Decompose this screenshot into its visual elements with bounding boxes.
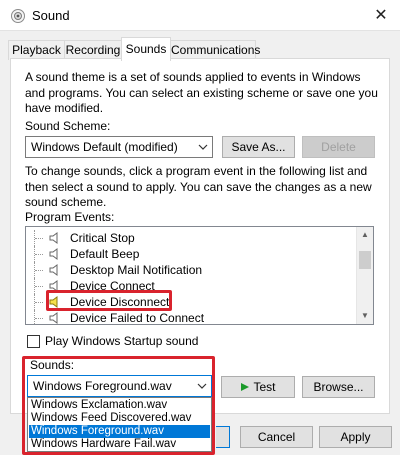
sounds-value: Windows Foreground.wav xyxy=(33,379,172,393)
speaker-icon xyxy=(49,232,58,244)
window-title: Sound xyxy=(32,8,70,23)
ok-button-partial[interactable] xyxy=(216,426,230,448)
chevron-down-icon xyxy=(197,383,207,389)
browse-button[interactable]: Browse... xyxy=(302,376,375,398)
list-item[interactable]: Desktop Mail Notification xyxy=(26,262,373,278)
sound-option-selected[interactable]: Windows Foreground.wav xyxy=(29,425,210,438)
tab-recording[interactable]: Recording xyxy=(64,40,122,60)
delete-button[interactable]: Delete xyxy=(302,136,375,158)
scroll-down-icon[interactable]: ▼ xyxy=(357,308,373,324)
intro-text: A sound theme is a set of sounds applied… xyxy=(25,70,378,115)
sounds-label: Sounds: xyxy=(30,358,75,372)
play-icon xyxy=(241,383,250,391)
device-disconnect-highlight xyxy=(46,290,172,311)
list-item[interactable]: Critical Stop xyxy=(26,230,373,246)
speaker-app-icon xyxy=(11,9,25,23)
close-icon: ✕ xyxy=(374,7,388,24)
change-sounds-text: To change sounds, click a program event … xyxy=(25,164,372,209)
apply-button[interactable]: Apply xyxy=(319,426,392,448)
tab-playback[interactable]: Playback xyxy=(8,40,65,60)
events-scrollbar[interactable]: ▲ ▼ xyxy=(356,227,373,324)
tab-strip: Playback Recording Sounds Communications xyxy=(0,31,400,61)
speaker-icon xyxy=(49,312,58,324)
startup-sound-label: Play Windows Startup sound xyxy=(45,334,199,348)
program-events-label: Program Events: xyxy=(25,210,115,224)
sound-option[interactable]: Windows Exclamation.wav xyxy=(29,399,210,412)
test-button[interactable]: Test xyxy=(221,376,295,398)
tab-communications[interactable]: Communications xyxy=(170,40,260,60)
list-item[interactable]: Device Failed to Connect xyxy=(26,310,373,324)
sound-scheme-label: Sound Scheme: xyxy=(25,119,111,133)
sounds-dropdown[interactable]: Windows Foreground.wav xyxy=(27,375,212,397)
cancel-button[interactable]: Cancel xyxy=(240,426,313,448)
sound-scheme-dropdown[interactable]: Windows Default (modified) xyxy=(25,136,213,158)
scroll-up-icon[interactable]: ▲ xyxy=(357,227,373,243)
startup-sound-checkbox[interactable] xyxy=(27,335,40,348)
chevron-down-icon xyxy=(198,144,208,150)
speaker-icon xyxy=(49,264,58,276)
sound-option[interactable]: Windows Hardware Fail.wav xyxy=(29,438,210,451)
title-bar: Sound ✕ xyxy=(0,0,400,31)
list-item[interactable]: Default Beep xyxy=(26,246,373,262)
close-button[interactable]: ✕ xyxy=(366,2,396,29)
sound-scheme-value: Windows Default (modified) xyxy=(31,140,178,154)
sound-option[interactable]: Windows Feed Discovered.wav xyxy=(29,412,210,425)
sounds-options-list[interactable]: Windows Exclamation.wav Windows Feed Dis… xyxy=(27,397,212,452)
save-as-button[interactable]: Save As... xyxy=(222,136,295,158)
speaker-icon xyxy=(49,248,58,260)
scroll-thumb[interactable] xyxy=(359,251,371,269)
tab-sounds[interactable]: Sounds xyxy=(121,37,171,61)
